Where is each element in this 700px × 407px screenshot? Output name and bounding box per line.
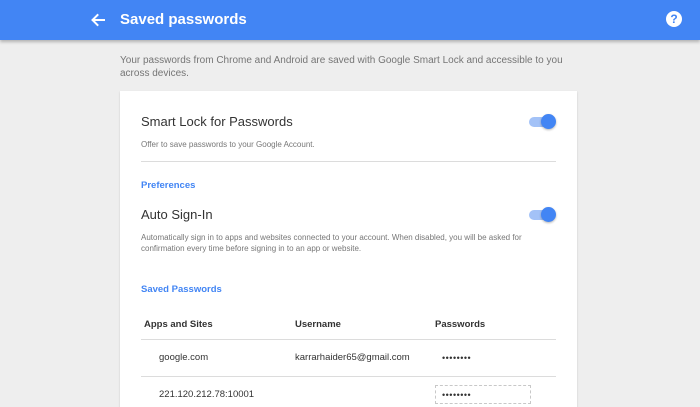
auto-sign-in-description: Automatically sign in to apps and websit… bbox=[141, 233, 522, 253]
password-cell[interactable]: •••••••• bbox=[442, 353, 471, 363]
auto-sign-in-title: Auto Sign-In bbox=[141, 207, 213, 222]
preferences-heading: Preferences bbox=[141, 180, 196, 191]
password-cell[interactable]: •••••••• bbox=[442, 390, 471, 400]
row-divider bbox=[141, 376, 556, 377]
saved-passwords-heading: Saved Passwords bbox=[141, 284, 222, 295]
arrow-back-icon bbox=[91, 13, 105, 27]
username-cell: karrarhaider65@gmail.com bbox=[295, 352, 410, 363]
smart-lock-toggle[interactable] bbox=[529, 114, 556, 130]
auto-sign-in-toggle[interactable] bbox=[529, 207, 556, 223]
back-button[interactable] bbox=[88, 10, 108, 30]
smart-lock-title: Smart Lock for Passwords bbox=[141, 114, 293, 129]
divider bbox=[141, 161, 556, 162]
app-bar: Saved passwords ? bbox=[0, 0, 700, 40]
toggle-thumb bbox=[541, 114, 556, 129]
site-cell: 221.120.212.78:10001 bbox=[159, 389, 255, 400]
smart-lock-description: Offer to save passwords to your Google A… bbox=[141, 140, 315, 149]
header-divider bbox=[141, 339, 556, 340]
column-header-passwords: Passwords bbox=[435, 319, 486, 330]
column-header-username: Username bbox=[295, 319, 341, 330]
site-cell: google.com bbox=[159, 352, 209, 363]
help-icon[interactable]: ? bbox=[666, 11, 682, 27]
page-title: Saved passwords bbox=[120, 11, 247, 28]
toggle-thumb bbox=[541, 207, 556, 222]
column-header-apps-and-sites: Apps and Sites bbox=[144, 319, 213, 330]
settings-card: Smart Lock for Passwords Offer to save p… bbox=[120, 91, 577, 407]
intro-text: Your passwords from Chrome and Android a… bbox=[120, 55, 563, 79]
